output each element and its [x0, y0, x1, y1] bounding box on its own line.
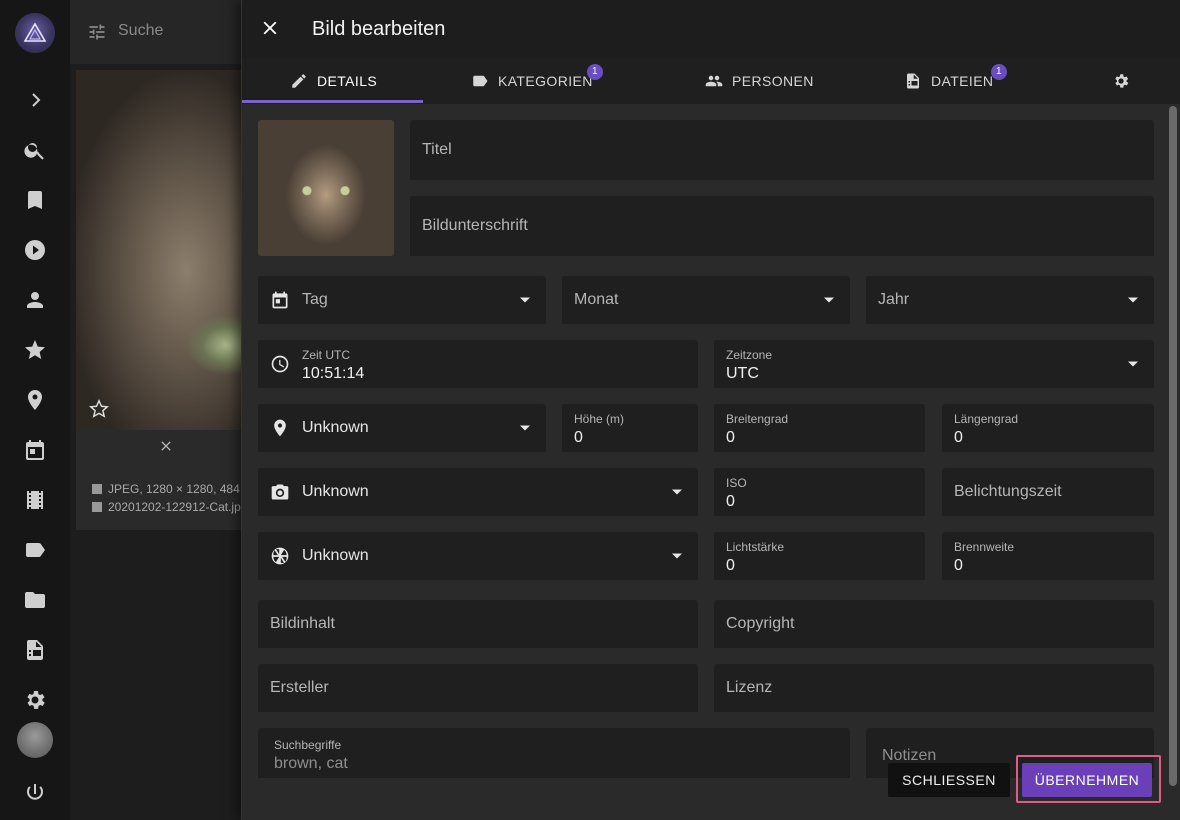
background-toolbar: Suche: [70, 0, 250, 64]
dropdown-arrow-icon: [1128, 297, 1138, 303]
star-icon[interactable]: [23, 338, 47, 362]
copyright-input[interactable]: Copyright: [714, 600, 1154, 648]
calendar-icon[interactable]: [23, 438, 47, 462]
apply-button[interactable]: ÜBERNEHMEN: [1022, 763, 1152, 797]
dialog-header: Bild bearbeiten: [242, 0, 1180, 58]
person-icon[interactable]: [23, 288, 47, 312]
place-icon: [270, 418, 290, 438]
filter-icon[interactable]: [87, 22, 107, 42]
label-icon[interactable]: [23, 538, 47, 562]
license-input[interactable]: Lizenz: [714, 664, 1154, 712]
time-input[interactable]: Zeit UTC 10:51:14: [258, 340, 698, 388]
fnumber-input[interactable]: Lichtstärke 0: [714, 532, 925, 580]
close-button[interactable]: SCHLIESSEN: [888, 763, 1010, 797]
star-outline-icon[interactable]: [88, 398, 110, 420]
cat-photo[interactable]: [76, 70, 250, 430]
camera-icon: [270, 482, 290, 502]
close-icon[interactable]: [259, 17, 281, 39]
place-icon[interactable]: [23, 388, 47, 412]
exposure-input[interactable]: Belichtungszeit: [942, 468, 1154, 516]
edit-dialog: Bild bearbeiten DETAILS KATEGORIEN 1 PER…: [241, 0, 1180, 820]
scrollbar[interactable]: [1169, 106, 1177, 786]
keywords-textarea[interactable]: Suchbegriffe brown, cat: [258, 728, 850, 778]
dropdown-arrow-icon: [520, 297, 530, 303]
folder-icon[interactable]: [23, 588, 47, 612]
user-avatar[interactable]: [17, 722, 53, 758]
focal-length-input[interactable]: Brennweite 0: [942, 532, 1154, 580]
camera-select[interactable]: Unknown: [258, 468, 698, 516]
tab-details[interactable]: DETAILS: [290, 58, 377, 104]
location-select[interactable]: Unknown: [258, 404, 546, 452]
timezone-select[interactable]: Zeitzone UTC: [714, 340, 1154, 388]
dropdown-arrow-icon: [520, 425, 530, 431]
label-icon: [473, 75, 488, 87]
expand-icon[interactable]: [23, 88, 47, 112]
search-field[interactable]: Suche: [118, 22, 163, 40]
photo-card[interactable]: JPEG, 1280 × 1280, 484 KB 20201202-12291…: [76, 70, 250, 530]
count-badge: 1: [587, 64, 603, 80]
film-icon[interactable]: [23, 488, 47, 512]
aperture-icon: [270, 546, 290, 566]
clock-icon: [270, 354, 290, 374]
subject-input[interactable]: Bildinhalt: [258, 600, 698, 648]
active-tab-indicator: [242, 100, 423, 103]
title-input[interactable]: Titel: [410, 120, 1154, 180]
app-logo[interactable]: [15, 13, 55, 53]
calendar-icon: [270, 290, 290, 310]
bookmark-icon[interactable]: [23, 188, 47, 212]
altitude-input[interactable]: Höhe (m) 0: [562, 404, 698, 452]
dropdown-arrow-icon: [824, 297, 834, 303]
settings-icon[interactable]: [23, 688, 47, 712]
tab-bar: DETAILS KATEGORIEN 1 PERSONEN DATEIEN 1: [242, 58, 1180, 104]
year-select[interactable]: Jahr: [866, 276, 1154, 324]
tab-files[interactable]: DATEIEN 1: [904, 58, 1007, 104]
tab-people[interactable]: PERSONEN: [705, 58, 814, 104]
tab-categories[interactable]: KATEGORIEN 1: [471, 58, 603, 104]
iso-input[interactable]: ISO 0: [714, 468, 925, 516]
dropdown-arrow-icon: [672, 489, 682, 495]
close-icon[interactable]: [158, 438, 174, 454]
card-meta-file: 20201202-122912-Cat.jpg: [92, 500, 250, 514]
gear-icon: [1115, 74, 1129, 88]
dropdown-arrow-icon: [672, 553, 682, 559]
card-meta-size: JPEG, 1280 × 1280, 484 KB: [92, 482, 250, 496]
files-icon: [907, 73, 919, 89]
artist-input[interactable]: Ersteller: [258, 664, 698, 712]
day-select[interactable]: Tag: [258, 276, 546, 324]
files-icon[interactable]: [23, 638, 47, 662]
latitude-input[interactable]: Breitengrad 0: [714, 404, 925, 452]
count-badge: 1: [991, 64, 1007, 80]
people-icon: [705, 75, 723, 87]
month-select[interactable]: Monat: [562, 276, 850, 324]
longitude-input[interactable]: Längengrad 0: [942, 404, 1154, 452]
play-icon[interactable]: [23, 238, 47, 262]
file-icon: [92, 502, 102, 512]
power-icon[interactable]: [23, 781, 47, 805]
image-icon: [92, 484, 102, 494]
photo-thumbnail: [258, 120, 394, 256]
pencil-icon: [292, 74, 306, 88]
caption-input[interactable]: Bildunterschrift: [410, 196, 1154, 256]
tab-settings[interactable]: [1112, 58, 1139, 104]
dropdown-arrow-icon: [1128, 361, 1138, 367]
lens-select[interactable]: Unknown: [258, 532, 698, 580]
search-icon[interactable]: [23, 138, 47, 162]
nav-rail: [0, 0, 70, 820]
dialog-title: Bild bearbeiten: [312, 18, 446, 40]
